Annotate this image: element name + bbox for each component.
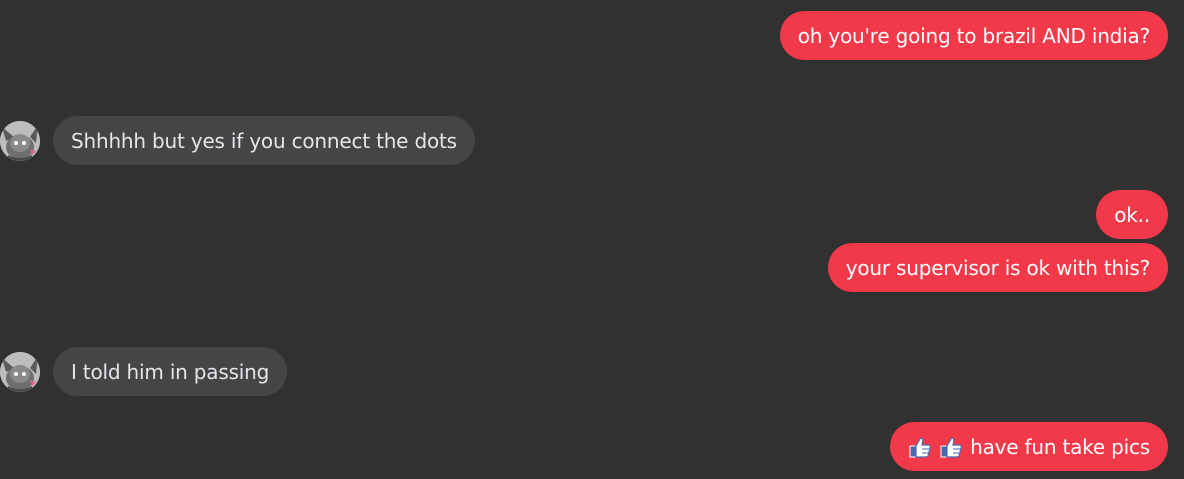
message-thread: oh you're going to brazil AND india? Shh… [0, 0, 1184, 479]
message-text: Shhhhh but yes if you connect the dots [71, 128, 457, 153]
message-row-outgoing: have fun take pics [890, 422, 1168, 471]
message-bubble-incoming[interactable]: I told him in passing [53, 347, 288, 396]
message-row-outgoing: oh you're going to brazil AND india? [779, 11, 1168, 60]
message-text: ok.. [1114, 202, 1150, 227]
message-text: I told him in passing [71, 359, 270, 384]
message-row-outgoing: your supervisor is ok with this? [827, 243, 1168, 292]
message-bubble-outgoing[interactable]: oh you're going to brazil AND india? [779, 11, 1168, 60]
message-bubble-outgoing[interactable]: have fun take pics [890, 422, 1168, 471]
message-text: have fun take pics [970, 434, 1150, 459]
message-row-incoming: Shhhhh but yes if you connect the dots [0, 116, 475, 165]
message-bubble-outgoing[interactable]: your supervisor is ok with this? [827, 243, 1168, 292]
sender-avatar[interactable] [0, 120, 40, 161]
message-text: oh you're going to brazil AND india? [797, 23, 1151, 48]
thumbs-up-icon [939, 435, 963, 459]
message-text: your supervisor is ok with this? [845, 255, 1150, 280]
message-row-incoming: I told him in passing [0, 347, 288, 396]
message-bubble-outgoing[interactable]: ok.. [1096, 190, 1168, 239]
thumbs-up-icon [908, 435, 932, 459]
message-bubble-incoming[interactable]: Shhhhh but yes if you connect the dots [53, 116, 475, 165]
message-row-outgoing: ok.. [1096, 190, 1168, 239]
sender-avatar[interactable] [0, 351, 40, 392]
